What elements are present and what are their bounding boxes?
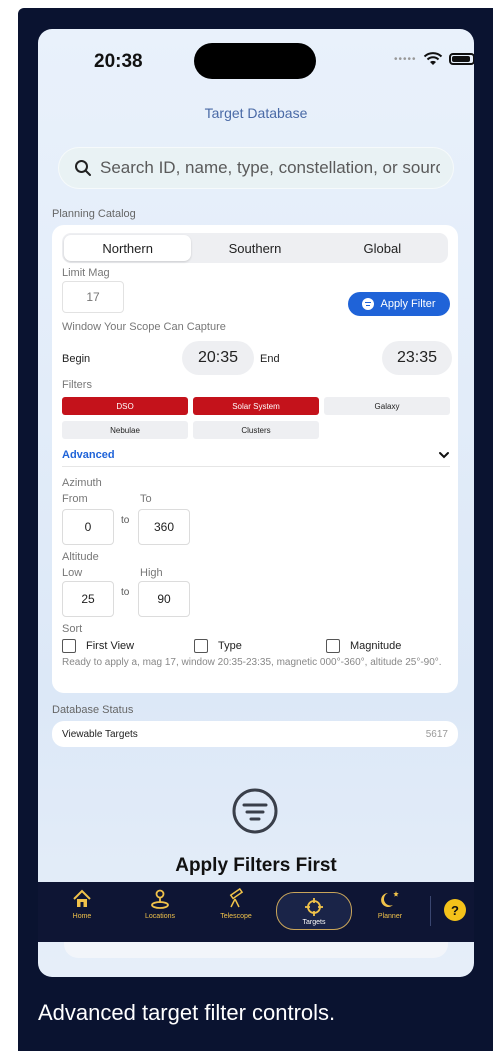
segment-southern[interactable]: Southern <box>191 235 318 261</box>
dynamic-island <box>194 43 316 79</box>
filters-label: Filters <box>62 379 92 391</box>
sort-type-label: Type <box>218 640 242 652</box>
bottom-tab-bar: Home Locations Telescope Targets Planner… <box>38 882 474 942</box>
filter-icon <box>362 298 375 310</box>
wifi-icon <box>423 52 442 65</box>
sort-magnitude-label: Magnitude <box>350 640 402 652</box>
apply-filter-label: Apply Filter <box>380 298 436 310</box>
sort-magnitude[interactable]: Magnitude <box>326 639 401 653</box>
location-pin-icon <box>151 889 169 909</box>
help-button[interactable]: ? <box>444 899 466 921</box>
search-icon <box>75 160 91 176</box>
viewable-targets-label: Viewable Targets <box>62 728 138 740</box>
tab-planner-label: Planner <box>377 913 403 920</box>
end-time-picker[interactable]: 23:35 <box>382 341 452 375</box>
home-icon <box>73 889 91 907</box>
phone-screen: 20:38 ••••• Target Database Planning Cat… <box>38 29 474 977</box>
sort-type-checkbox[interactable] <box>194 639 208 653</box>
sort-first-view-label: First View <box>86 640 135 652</box>
tab-targets-label: Targets <box>302 919 326 926</box>
planning-card: Northern Southern Global Limit Mag Apply… <box>52 225 458 693</box>
azimuth-to-label: To <box>140 493 152 505</box>
altitude-low-input[interactable] <box>62 581 114 617</box>
status-time: 20:38 <box>94 51 143 72</box>
signal-dots-icon: ••••• <box>394 53 417 65</box>
database-status-label: Database Status <box>52 704 134 716</box>
limit-mag-label: Limit Mag <box>62 267 110 279</box>
caption-text: Advanced target filter controls. <box>38 1000 336 1025</box>
end-label: End <box>260 353 280 365</box>
segment-northern[interactable]: Northern <box>64 235 192 261</box>
crosshair-icon <box>305 898 323 916</box>
begin-label: Begin <box>62 353 91 365</box>
filter-chip-clusters[interactable]: Clusters <box>193 421 319 439</box>
sort-first-view-checkbox[interactable] <box>62 639 76 653</box>
search-input[interactable] <box>100 158 440 178</box>
window-label: Window Your Scope Can Capture <box>62 321 226 333</box>
tab-home-label: Home <box>72 913 92 920</box>
segment-global[interactable]: Global <box>319 235 446 261</box>
filter-lines-icon <box>232 788 278 834</box>
moon-star-icon <box>381 891 399 907</box>
battery-icon <box>448 53 474 65</box>
tab-planner[interactable]: Planner <box>360 888 420 920</box>
sort-magnitude-checkbox[interactable] <box>326 639 340 653</box>
advanced-toggle[interactable]: Advanced <box>62 447 450 467</box>
filter-chip-dso[interactable]: DSO <box>62 397 188 415</box>
altitude-label: Altitude <box>62 551 99 563</box>
filter-chip-nebulae[interactable]: Nebulae <box>62 421 188 439</box>
tab-telescope-label: Telescope <box>220 913 252 920</box>
tab-locations[interactable]: Locations <box>130 888 190 920</box>
viewable-targets-count: 5617 <box>425 728 448 740</box>
hemisphere-segmented-control: Northern Southern Global <box>62 233 448 263</box>
telescope-icon <box>229 888 244 908</box>
viewable-targets-row: Viewable Targets 5617 <box>52 721 458 747</box>
azimuth-from-label: From <box>62 493 88 505</box>
tab-divider <box>430 896 431 926</box>
status-icons: ••••• <box>394 51 474 67</box>
tab-targets[interactable]: Targets <box>276 892 352 930</box>
limit-mag-input[interactable] <box>62 281 124 313</box>
filter-chip-galaxy[interactable]: Galaxy <box>324 397 450 415</box>
filter-summary: Ready to apply a, mag 17, window 20:35-2… <box>62 657 442 668</box>
altitude-high-input[interactable] <box>138 581 190 617</box>
search-bar[interactable] <box>58 147 454 189</box>
azimuth-label: Azimuth <box>62 477 102 489</box>
filter-chip-solar-system[interactable]: Solar System <box>193 397 319 415</box>
empty-state-title: Apply Filters First <box>175 855 337 876</box>
azimuth-to-input[interactable] <box>138 509 190 545</box>
planning-catalog-label: Planning Catalog <box>52 208 136 220</box>
bottom-sheet-edge <box>64 942 448 958</box>
sort-type[interactable]: Type <box>194 639 242 653</box>
altitude-low-label: Low <box>62 567 83 579</box>
altitude-high-label: High <box>140 567 163 579</box>
chevron-down-icon <box>439 451 449 458</box>
advanced-label: Advanced <box>62 448 115 461</box>
tab-telescope[interactable]: Telescope <box>206 888 266 920</box>
sort-first-view[interactable]: First View <box>62 639 134 653</box>
sort-label: Sort <box>62 623 83 635</box>
azimuth-from-input[interactable] <box>62 509 114 545</box>
azimuth-to-word: to <box>121 515 130 526</box>
tab-locations-label: Locations <box>145 913 175 920</box>
page-title: Target Database <box>204 105 308 121</box>
apply-filter-button[interactable]: Apply Filter <box>348 292 450 316</box>
altitude-to-word: to <box>121 587 130 598</box>
begin-time-picker[interactable]: 20:35 <box>182 341 254 375</box>
tab-home[interactable]: Home <box>52 888 112 920</box>
